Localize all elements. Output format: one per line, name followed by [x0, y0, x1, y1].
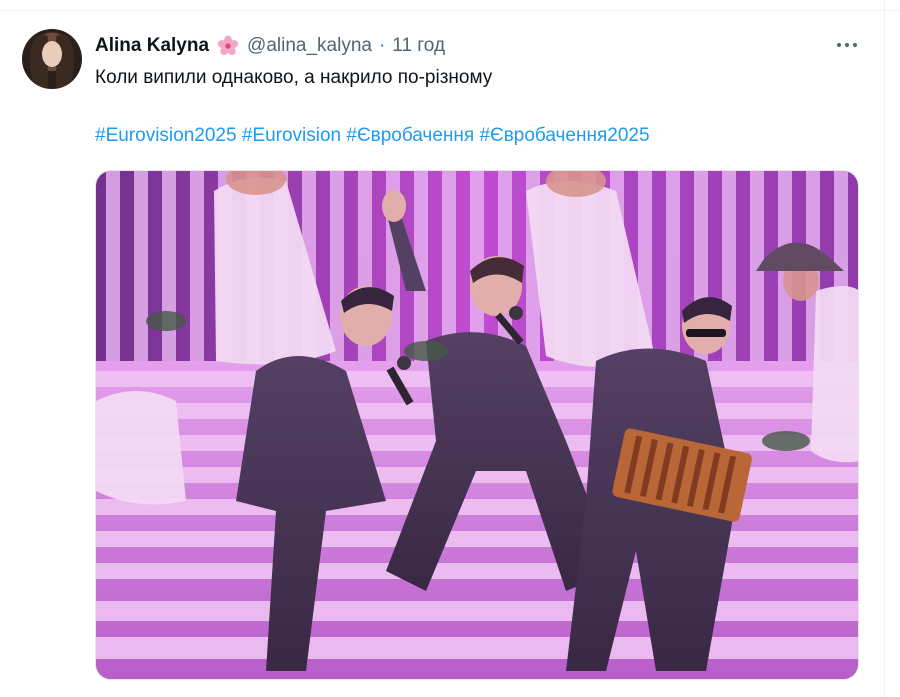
top-divider	[0, 0, 900, 11]
tweet-photo[interactable]	[95, 170, 859, 680]
avatar[interactable]	[22, 29, 82, 89]
tweet-text: Коли випили однаково, а накрило по-різно…	[95, 67, 493, 88]
more-dots-icon	[853, 43, 857, 47]
hashtag-link[interactable]: #Eurovision	[242, 125, 341, 146]
avatar-face	[42, 41, 62, 67]
user-handle[interactable]: @alina_kalyna	[247, 35, 372, 57]
cherry-blossom-icon	[215, 35, 241, 57]
more-dots-icon	[837, 43, 841, 47]
tweet-header: Alina Kalyna @alina_kalyna · 11 год	[95, 33, 445, 59]
column-border	[884, 0, 885, 697]
display-name[interactable]: Alina Kalyna	[95, 35, 209, 57]
stage-performance-image	[96, 171, 858, 679]
hashtag-list: #Eurovision2025 #Eurovision #Євробачення…	[95, 124, 875, 148]
separator-dot: ·	[378, 35, 386, 56]
hashtag-link[interactable]: #Євробачення2025	[479, 125, 649, 146]
timestamp[interactable]: 11 год	[392, 35, 445, 57]
more-dots-icon	[845, 43, 849, 47]
hashtag-link[interactable]: #Євробачення	[346, 125, 474, 146]
more-options-button[interactable]	[830, 32, 864, 58]
hashtag-link[interactable]: #Eurovision2025	[95, 125, 237, 146]
tweet-page: Alina Kalyna @alina_kalyna · 11 год Коли…	[0, 0, 900, 697]
